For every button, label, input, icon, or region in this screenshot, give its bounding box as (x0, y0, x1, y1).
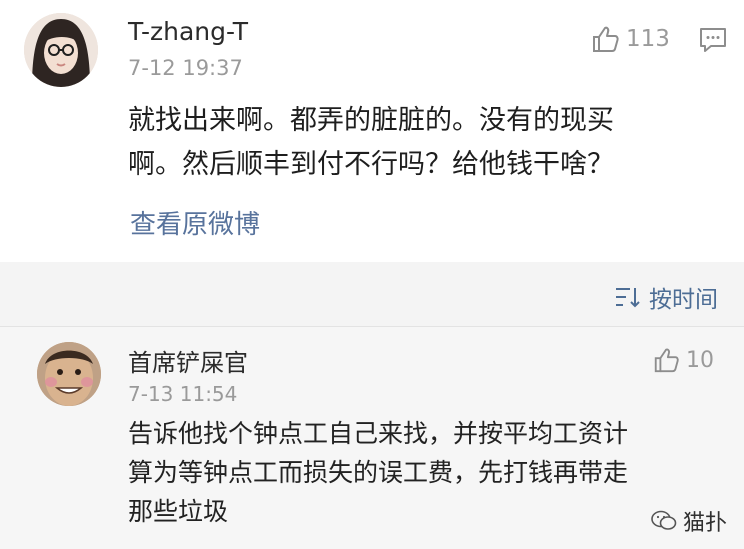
sort-label: 按时间 (649, 287, 718, 313)
reply-button[interactable] (699, 27, 727, 57)
comment-text: 就找出来啊。都弄的脏脏的。没有的现买 啊。然后顺丰到付不行吗？给他钱干啥？ (128, 105, 614, 180)
username[interactable]: 首席铲屎官 (128, 343, 248, 378)
avatar[interactable] (24, 13, 98, 87)
like-count: 113 (626, 26, 670, 52)
like-count: 10 (686, 347, 714, 373)
watermark-text: 猫扑 (683, 511, 728, 536)
watermark: 猫扑 (651, 505, 727, 537)
sort-by-time-button[interactable]: 按时间 (615, 280, 718, 314)
like-button[interactable]: 113 (590, 24, 670, 54)
comment-icon (700, 28, 726, 52)
username[interactable]: T-zhang-T (128, 17, 248, 46)
timestamp: 7-12 19:37 (128, 56, 243, 80)
timestamp: 7-13 11:54 (128, 382, 238, 406)
comment-text: 告诉他找个钟点工自己来找，并按平均工资计 算为等钟点工而损失的误工费，先打钱再带… (128, 419, 629, 526)
thumbs-up-icon (654, 348, 679, 373)
thumbs-up-icon (593, 26, 619, 52)
view-original-link[interactable]: 查看原微博 (130, 204, 260, 241)
like-button[interactable]: 10 (652, 346, 714, 374)
avatar[interactable] (37, 342, 101, 406)
sort-icon (616, 288, 640, 308)
wechat-icon (651, 510, 677, 530)
